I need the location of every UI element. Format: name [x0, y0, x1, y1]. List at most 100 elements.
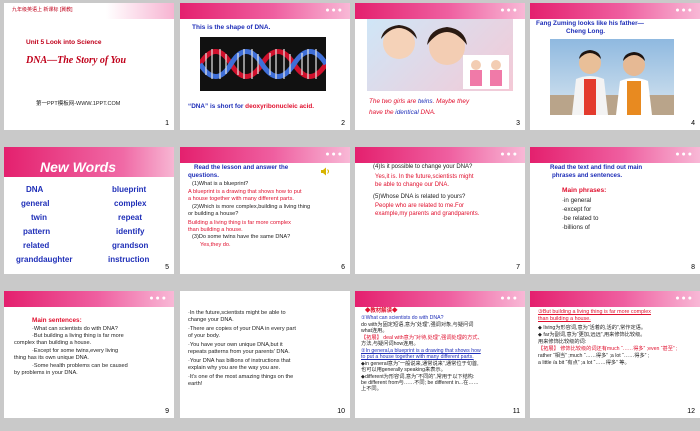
- slide-9-line-7: by problems in your DNA.: [14, 370, 78, 376]
- speaker-icon[interactable]: [320, 167, 330, 176]
- slide-11-title-bar: ●●●: [355, 291, 525, 307]
- slide-8-intro1: Read the text and find out main: [550, 164, 643, 171]
- slide-12-line-2: ◆ far为副词,意为“更加,远远”,用来修饰比较级。: [538, 332, 646, 338]
- slide-10-line-9: ·It's one of the most amazing things on …: [188, 374, 294, 380]
- slide-6-thumbnail[interactable]: ●●● Read the lesson and answer the quest…: [180, 147, 350, 274]
- slide-1-thumbnail[interactable]: 九年级英语上 新课标 [冀教] Unit 5 Look into Science…: [4, 3, 174, 130]
- slide-4-thumbnail[interactable]: ●●● Fang Zuming looks like his father— C…: [530, 3, 700, 130]
- father-son-photo: [550, 39, 674, 115]
- slide-8-heading: Main phrases:: [562, 187, 607, 194]
- slide-10-line-3: ·There are copies of your DNA in every p…: [188, 326, 296, 332]
- slide-12-line-6: a little /a bit “有点” ;a lot “……得多” 等。: [538, 360, 630, 366]
- slide-2-line1: This is the shape of DNA.: [192, 24, 271, 31]
- slide-9-bar-dots: ●●●: [149, 295, 168, 302]
- slide-6-a3: Yes,they do.: [200, 242, 231, 248]
- word-instruction: instruction: [108, 255, 150, 264]
- slide-2-bar-dots: ●●●: [325, 7, 344, 14]
- slide-8-intro2: phrases and sentences.: [552, 172, 623, 179]
- slide-8-bar-dots: ●●●: [675, 151, 694, 158]
- slide-3-bar-dots: ●●●: [500, 7, 519, 14]
- slide-11-line-12: 上不同。: [361, 386, 382, 392]
- slide-6-q2-line2: or building a house?: [188, 211, 239, 217]
- slide-12-bar-dots: ●●●: [675, 295, 694, 302]
- slide-9-line-3: complex than building a house.: [14, 340, 92, 346]
- slide-1-unit: Unit 5 Look into Science: [26, 39, 102, 46]
- slide-7-number: 7: [516, 264, 520, 271]
- slide-3-line1-a: The two girls are: [369, 98, 419, 105]
- slide-7-title-bar: ●●●: [355, 147, 525, 163]
- slide-11-line-5: 方法,与疑问词how连用。: [361, 341, 419, 347]
- slide-9-thumbnail[interactable]: ●●● Main sentences: ·What can scientists…: [4, 291, 174, 418]
- slide-6-q3: (3)Do some twins have the same DNA?: [192, 234, 291, 240]
- slide-9-line-2: ·But building a living thing is far more: [32, 333, 124, 339]
- slide-6-a1-line2: a house together with many different par…: [188, 196, 294, 202]
- slide-9-title-bar: ●●●: [4, 291, 174, 307]
- word-blueprint: blueprint: [112, 185, 147, 194]
- slide-6-bar-dots: ●●●: [325, 151, 344, 158]
- slide-11-line-3: what连用。: [361, 328, 388, 334]
- slide-10-line-10: earth!: [188, 381, 203, 387]
- slide-12-number: 12: [687, 408, 695, 415]
- slide-10-line-8: explain why you are the way you are.: [188, 365, 281, 371]
- slide-4-line1: Fang Zuming looks like his father—: [536, 20, 644, 27]
- slide-3-line2-b: identical: [395, 109, 419, 116]
- slide-3-line2-a: have the: [369, 109, 396, 116]
- slide-10-line-6: repeats patterns from your parents' DNA.: [188, 349, 290, 355]
- slide-6-a1-line1: A blueprint is a drawing that shows how …: [188, 189, 302, 195]
- slide-9-heading: Main sentences:: [32, 317, 82, 324]
- slide-12-line-1: ◆ living为形容词,意为“活着的,活的”,常作定语。: [538, 325, 647, 331]
- slide-9-line-6: ·Some health problems can be caused: [32, 363, 128, 369]
- twins-photo: [367, 19, 513, 91]
- slide-9-line-4: ·Except for some twins,every living: [32, 348, 119, 354]
- slide-1-footer: 第一PPT模板网-WWW.1PPT.COM: [36, 101, 121, 107]
- slide-11-line-1: ①What can scientists do with DNA?: [361, 315, 444, 321]
- slide-7-a5-line1: People who are related to me.For: [375, 203, 465, 209]
- slide-11-line-7: to put a house together with many differ…: [361, 354, 474, 360]
- slide-10-thumbnail[interactable]: ·In the future,scientists might be able …: [180, 291, 350, 418]
- slide-3-line2-c: DNA.: [418, 109, 436, 116]
- slide-2-title-bar: ●●●: [180, 3, 350, 19]
- word-general: general: [21, 199, 50, 208]
- slide-8-phrase-3: ·be related to: [562, 215, 599, 222]
- slide-7-thumbnail[interactable]: ●●● (4)Is it possible to change your DNA…: [355, 147, 525, 274]
- slide-6-intro2: questions.: [188, 172, 219, 179]
- slide-4-number: 4: [691, 120, 695, 127]
- slide-9-line-1: ·What can scientists do with DNA?: [32, 326, 118, 332]
- dna-helix-image: [200, 37, 326, 91]
- slide-7-a4-line1: Yes,it is. In the future,scientists migh…: [375, 174, 474, 180]
- slide-2-line2: “DNA” is short for deoxyribonucleic acid…: [188, 103, 314, 110]
- slide-11-thumbnail[interactable]: ●●● ◆教材解读◆ ①What can scientists do with …: [355, 291, 525, 418]
- slide-11-heading: ◆教材解读◆: [365, 308, 398, 314]
- slide-8-title-bar: ●●●: [530, 147, 700, 163]
- slide-2-thumbnail[interactable]: ●●● This is the shape of DNA. “DNA” is s…: [180, 3, 350, 130]
- slide-10-line-7: ·Your DNA has billions of instructions t…: [188, 358, 291, 364]
- slide-8-phrase-2: ·except for: [562, 206, 592, 213]
- slide-12-line-3: 用来修饰比较级的词:: [538, 339, 587, 345]
- slide-3-thumbnail[interactable]: ●●● The two girls are twins. Maybe they …: [355, 3, 525, 130]
- word-twin: twin: [31, 213, 47, 222]
- slide-3-line1-c: . Maybe they: [432, 98, 470, 105]
- slide-2-number: 2: [341, 120, 345, 127]
- word-identify: identify: [116, 227, 145, 236]
- slide-5-title: New Words: [40, 159, 116, 175]
- slide-6-a2-line2: than building a house.: [188, 227, 243, 233]
- slide-7-q4: (4)Is it possible to change your DNA?: [373, 164, 473, 170]
- slide-8-phrase-1: ·in general: [562, 197, 592, 204]
- word-pattern: pattern: [23, 227, 51, 236]
- slide-11-bar-dots: ●●●: [500, 295, 519, 302]
- word-repeat: repeat: [118, 213, 143, 222]
- slide-10-line-1: ·In the future,scientists might be able …: [188, 310, 286, 316]
- slide-8-thumbnail[interactable]: ●●● Read the text and find out main phra…: [530, 147, 700, 274]
- slide-7-a4-line2: be able to change our DNA.: [375, 182, 450, 188]
- slide-6-intro1: Read the lesson and answer the: [194, 164, 289, 171]
- slide-12-thumbnail[interactable]: ●●● ③But building a living thing is far …: [530, 291, 700, 418]
- slide-1-title: DNA—The Story of You: [26, 55, 127, 66]
- slide-3-line1-b: twins: [418, 98, 433, 105]
- slide-6-q1: (1)What is a blueprint?: [192, 181, 249, 187]
- slide-4-bar-dots: ●●●: [675, 7, 694, 14]
- slide-10-line-4: of your body.: [188, 333, 220, 339]
- slide-7-bar-dots: ●●●: [500, 151, 519, 158]
- slide-8-number: 8: [691, 264, 695, 271]
- slide-7-q5: (5)Whose DNA is related to yours?: [373, 194, 466, 200]
- slide-5-thumbnail[interactable]: ●●● New Words DNA general twin pattern r…: [4, 147, 174, 274]
